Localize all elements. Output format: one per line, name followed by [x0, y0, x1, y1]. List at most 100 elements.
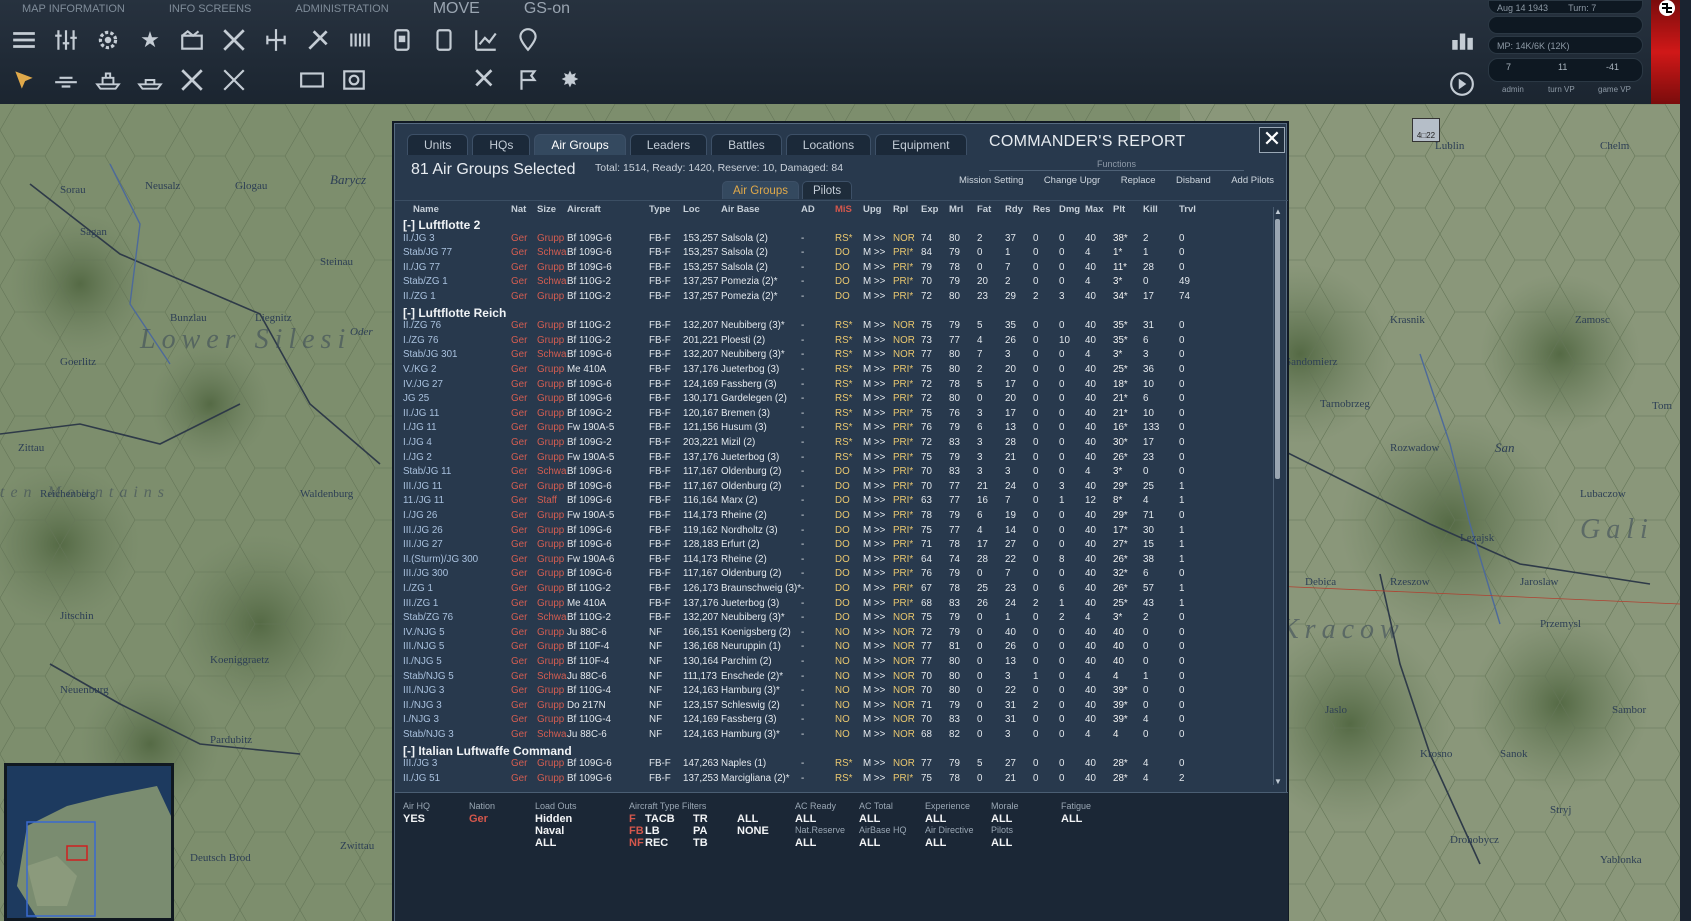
filter-value[interactable]: ALL [795, 813, 816, 825]
filter-value[interactable]: ALL [795, 837, 816, 849]
air-recon-icon[interactable] [218, 64, 250, 96]
table-row[interactable]: JG 25 Ger Grupp Bf 109G-6 FB-F 130,171 Gardele… [395, 393, 1275, 407]
star-icon[interactable]: ★ [134, 24, 166, 56]
naval-icon[interactable] [134, 64, 166, 96]
table-row[interactable]: III./JG 11 Ger Grupp Bf 109G-6 FB-F 117,167 Ol… [395, 481, 1275, 495]
airfield-icon[interactable] [260, 24, 292, 56]
aircraft-type-filter[interactable]: LB [645, 825, 660, 837]
filter-value[interactable]: ALL [991, 813, 1012, 825]
aircraft-type-filter[interactable]: FB [629, 825, 644, 837]
add-pilots-button[interactable]: Add Pilots [1231, 175, 1274, 186]
tab-hqs[interactable]: HQs [472, 134, 531, 155]
scroll-up-icon[interactable]: ▲ [1274, 207, 1282, 216]
table-row[interactable]: III./NJG 5 Ger Grupp Bf 110F-4 NF 136,168 Neur… [395, 641, 1275, 655]
aircraft-type-filter[interactable]: TACB [645, 813, 675, 825]
filter-value[interactable]: Naval [535, 825, 564, 837]
air-attack-icon[interactable] [176, 64, 208, 96]
location-icon[interactable] [512, 24, 544, 56]
ai-icon[interactable] [470, 64, 502, 96]
table-row[interactable]: V./KG 2 Ger Grupp Me 410A FB-F 137,176 Jueterb… [395, 364, 1275, 378]
zoom-frame-icon[interactable] [338, 64, 370, 96]
filter-value[interactable]: Ger [469, 813, 488, 825]
ship-icon[interactable] [92, 64, 124, 96]
table-row[interactable]: II./ZG 1 Ger Grupp Bf 110G-2 FB-F 137,257 Pome… [395, 291, 1275, 305]
group-header[interactable]: [-] Luftflotte 2 [403, 218, 480, 232]
crossed-planes-icon[interactable] [218, 24, 250, 56]
table-row[interactable]: III./JG 26 Ger Grupp Bf 109G-6 FB-F 119,162 No… [395, 525, 1275, 539]
change-upgrade-button[interactable]: Change Upgr [1044, 175, 1101, 186]
table-row[interactable]: Stab/ZG 1 Ger Schwa Bf 110G-2 FB-F 137,257 Pom… [395, 276, 1275, 290]
sliders-icon[interactable] [50, 24, 82, 56]
minimap[interactable] [4, 763, 174, 921]
scroll-thumb[interactable] [1275, 219, 1280, 479]
aircraft-type-filter[interactable]: ALL [737, 813, 758, 825]
tab-battles[interactable]: Battles [711, 134, 782, 155]
table-row[interactable]: II./JG 77 Ger Grupp Bf 109G-6 FB-F 153,257 Sal… [395, 262, 1275, 276]
fuel-icon[interactable] [386, 24, 418, 56]
aircraft-type-filter[interactable]: TB [693, 837, 708, 849]
table-row[interactable]: II./JG 11 Ger Grupp Bf 109G-2 FB-F 120,167 Bre… [395, 408, 1275, 422]
replace-button[interactable]: Replace [1121, 175, 1156, 186]
table-row[interactable]: I./JG 11 Ger Grupp Fw 190A-5 FB-F 121,156 Husu… [395, 422, 1275, 436]
disband-button[interactable]: Disband [1176, 175, 1211, 186]
table-row[interactable]: III./JG 300 Ger Grupp Bf 109G-6 FB-F 117,167 O… [395, 568, 1275, 582]
table-row[interactable]: I./ZG 76 Ger Grupp Bf 110G-2 FB-F 201,221 Ploe… [395, 335, 1275, 349]
filter-value[interactable]: ALL [535, 837, 556, 849]
bombing-icon[interactable] [302, 24, 334, 56]
end-turn-icon[interactable] [1446, 68, 1478, 100]
table-row[interactable]: IV./NJG 5 Ger Grupp Ju 88C-6 NF 166,151 Koenig… [395, 627, 1275, 641]
table-row[interactable]: Stab/JG 301 Ger Schwa Bf 109G-6 FB-F 132,207 N… [395, 349, 1275, 363]
aircraft-type-filter[interactable]: NF [629, 837, 644, 849]
filter-value[interactable]: Hidden [535, 813, 572, 825]
table-row[interactable]: I./JG 26 Ger Grupp Fw 190A-5 FB-F 114,173 Rhei… [395, 510, 1275, 524]
menu-map-information[interactable]: MAP INFORMATION [0, 3, 147, 15]
table-row[interactable]: II./JG 3 Ger Grupp Bf 109G-6 FB-F 153,257 Sals… [395, 233, 1275, 247]
table-row[interactable]: I./NJG 3 Ger Grupp Bf 110G-4 NF 124,169 Fassbe… [395, 714, 1275, 728]
supply-icon[interactable] [428, 24, 460, 56]
window-scrollbar[interactable] [1680, 0, 1691, 921]
table-row[interactable]: Stab/NJG 5 Ger Schwa Ju 88C-6 NF 111,173 Ensch… [395, 671, 1275, 685]
aircraft-type-filter[interactable]: TR [693, 813, 708, 825]
table-row[interactable]: III./JG 27 Ger Grupp Bf 109G-6 FB-F 128,183 Er… [395, 539, 1275, 553]
close-button[interactable]: ✕ [1259, 127, 1285, 153]
menu-info-screens[interactable]: INFO SCREENS [147, 3, 274, 15]
tab-locations[interactable]: Locations [785, 134, 872, 155]
group-header[interactable]: [-] Luftflotte Reich [403, 306, 506, 320]
subtab-pilots[interactable]: Pilots [801, 181, 853, 199]
table-row[interactable]: III./NJG 3 Ger Grupp Bf 110G-4 NF 124,163 Hamb… [395, 685, 1275, 699]
table-row[interactable]: Stab/JG 11 Ger Schwa Bf 109G-6 FB-F 117,167 Ol… [395, 466, 1275, 480]
tab-equipment[interactable]: Equipment [875, 134, 967, 155]
table-row[interactable]: IV./JG 27 Ger Grupp Bf 109G-6 FB-F 124,169 Fas… [395, 379, 1275, 393]
menu-gs-toggle[interactable]: GS-on [502, 0, 592, 18]
table-row[interactable]: II./JG 51 Ger Grupp Bf 109G-6 FB-F 137,253 Mar… [395, 773, 1275, 787]
window-icon[interactable] [296, 64, 328, 96]
gear-icon[interactable] [92, 24, 124, 56]
filter-value[interactable]: ALL [925, 837, 946, 849]
menu-administration[interactable]: ADMINISTRATION [273, 3, 410, 15]
unit-counter[interactable]: 4□22 [1412, 118, 1440, 142]
tab-units[interactable]: Units [407, 134, 469, 155]
table-row[interactable]: I./JG 4 Ger Grupp Bf 109G-2 FB-F 203,221 Mizil… [395, 437, 1275, 451]
table-row[interactable]: III./ZG 1 Ger Grupp Me 410A FB-F 137,176 Juete… [395, 598, 1275, 612]
menu-move[interactable]: MOVE [411, 0, 502, 18]
table-row[interactable]: Stab/JG 77 Ger Schwa Bf 109G-6 FB-F 153,257 Sa… [395, 247, 1275, 261]
tab-leaders[interactable]: Leaders [629, 134, 708, 155]
explosion-icon[interactable]: ✸ [554, 64, 586, 96]
table-row[interactable]: I./JG 2 Ger Grupp Fw 190A-5 FB-F 137,176 Juete… [395, 452, 1275, 466]
filter-value[interactable]: ALL [991, 837, 1012, 849]
scroll-down-icon[interactable]: ▼ [1274, 777, 1282, 786]
flag-icon[interactable] [512, 64, 544, 96]
table-row[interactable]: III./JG 3 Ger Grupp Bf 109G-6 FB-F 147,263 Nap… [395, 758, 1275, 772]
subtab-air-groups[interactable]: Air Groups [722, 181, 799, 199]
filter-value[interactable]: ALL [925, 813, 946, 825]
filter-value[interactable]: YES [403, 813, 425, 825]
factory-icon[interactable] [176, 24, 208, 56]
select-arrow-icon[interactable] [8, 64, 40, 96]
air-transport-icon[interactable] [50, 64, 82, 96]
tab-air-groups[interactable]: Air Groups [534, 134, 626, 155]
table-scrollbar[interactable]: ▲ ▼ [1273, 207, 1282, 786]
table-row[interactable]: II./ZG 76 Ger Grupp Bf 110G-2 FB-F 132,207 Neu… [395, 320, 1275, 334]
bar-chart-icon[interactable] [1446, 24, 1478, 56]
aircraft-type-filter[interactable]: F [629, 813, 636, 825]
aircraft-type-filter[interactable]: NONE [737, 825, 769, 837]
